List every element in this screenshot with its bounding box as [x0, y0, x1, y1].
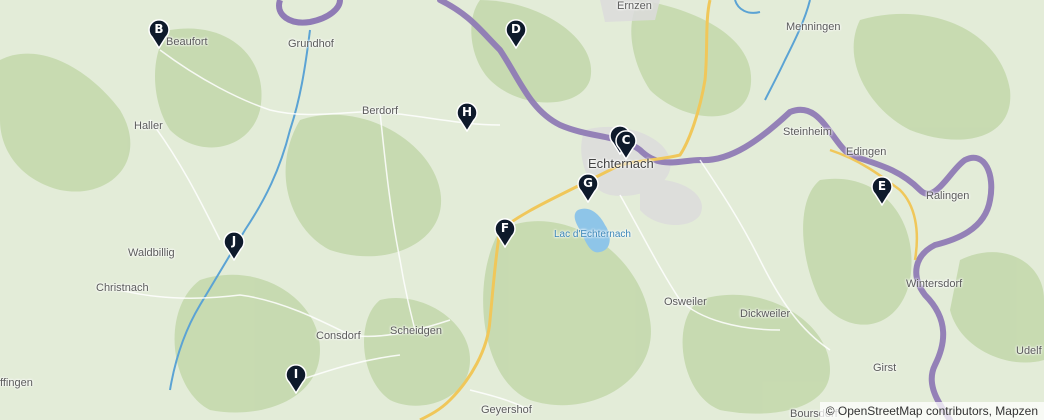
map-marker-h[interactable]: H: [456, 102, 478, 132]
place-label-osweiler: Osweiler: [664, 296, 707, 308]
marker-label: G: [583, 176, 593, 190]
marker-label: F: [500, 221, 510, 235]
place-label-scheidgen: Scheidgen: [390, 325, 442, 337]
place-label-ffingen: ffingen: [0, 377, 33, 389]
place-label-grundhof: Grundhof: [288, 38, 334, 50]
place-label-steinheim: Steinheim: [783, 126, 832, 138]
marker-label: B: [154, 22, 164, 36]
place-label-berdorf: Berdorf: [362, 105, 399, 117]
map-attribution[interactable]: © OpenStreetMap contributors, Mapzen: [819, 402, 1044, 420]
map-marker-j[interactable]: J: [223, 231, 245, 261]
place-label-lac-echternach: Lac d'Echternach: [554, 229, 631, 240]
place-label-waldbillig: Waldbillig: [128, 247, 175, 259]
marker-label: C: [621, 133, 631, 147]
place-label-consdorf: Consdorf: [316, 330, 361, 342]
place-label-girst: Girst: [873, 362, 897, 374]
map-marker-g[interactable]: G: [577, 173, 599, 203]
place-label-edingen: Edingen: [846, 146, 887, 158]
place-label-menningen: Menningen: [786, 21, 841, 33]
place-label-wintersdorf: Wintersdorf: [906, 278, 963, 290]
place-label-haller: Haller: [134, 120, 163, 132]
place-label-christnach: Christnach: [96, 282, 149, 294]
place-label-udelf: Udelf: [1016, 345, 1042, 357]
marker-label: E: [877, 179, 887, 193]
marker-label: I: [293, 367, 299, 381]
marker-label: D: [511, 22, 521, 36]
place-label-dickweiler: Dickweiler: [740, 308, 791, 320]
map-canvas[interactable]: Beaufort Grundhof Haller Berdorf Waldbil…: [0, 0, 1044, 420]
place-label-ralingen: Ralingen: [926, 190, 970, 202]
marker-label: H: [461, 105, 473, 119]
place-label-ernzen: Ernzen: [617, 0, 652, 12]
map-marker-i[interactable]: I: [285, 364, 307, 394]
map-marker-f[interactable]: F: [494, 218, 516, 248]
map-marker-d[interactable]: D: [505, 19, 527, 49]
place-label-geyershof: Geyershof: [481, 404, 532, 416]
map-marker-b[interactable]: B: [148, 19, 170, 49]
place-label-beaufort: Beaufort: [166, 36, 208, 48]
marker-label: J: [231, 234, 237, 248]
map-base-layer: [0, 0, 1044, 420]
map-marker-c[interactable]: C: [615, 130, 637, 160]
map-marker-e[interactable]: E: [871, 176, 893, 206]
